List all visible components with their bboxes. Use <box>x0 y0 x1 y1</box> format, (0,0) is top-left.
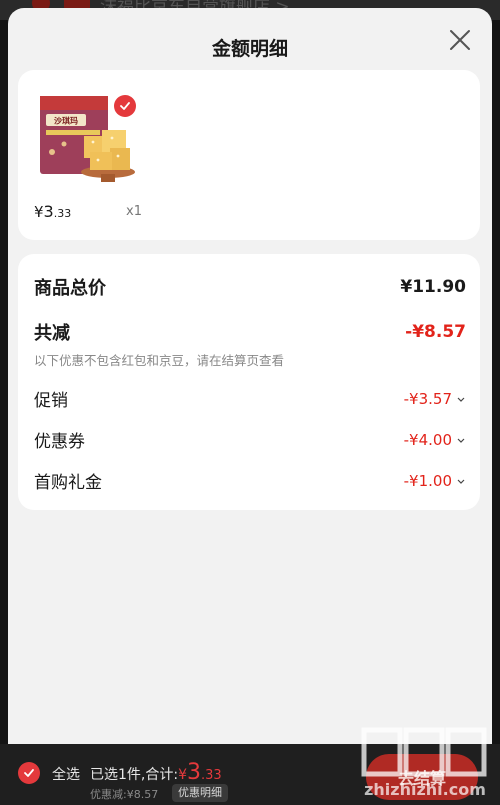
product-quantity: x1 <box>126 204 142 219</box>
checkout-button[interactable]: 去结算 <box>366 754 478 800</box>
product-price: ¥3.33 <box>34 202 71 221</box>
total-price-row: 商品总价 ¥11.90 <box>34 274 466 300</box>
chevron-down-icon <box>457 397 465 402</box>
chevron-down-icon <box>457 479 465 484</box>
first-purchase-value-wrap: -¥1.00 <box>404 472 466 490</box>
promotion-label: 促销 <box>34 391 68 411</box>
package-brand-text: 沙琪玛 <box>54 116 78 126</box>
summary-total: ¥3.33 <box>178 760 222 785</box>
total-integer: 3 <box>187 760 201 785</box>
total-reduce-value: -¥8.57 <box>405 322 466 342</box>
select-all-check-icon[interactable] <box>18 762 40 784</box>
coupon-value-wrap: -¥4.00 <box>404 431 466 449</box>
price-symbol: ¥ <box>34 203 44 221</box>
price-detail-card: 商品总价 ¥11.90 共减 -¥8.57 以下优惠不包含红包和京豆，请在结算页… <box>18 254 480 510</box>
total-symbol: ¥ <box>178 767 187 783</box>
discount-row-promotion[interactable]: 促销 -¥3.57 <box>34 386 466 411</box>
sheet-title: 金额明细 <box>211 38 288 60</box>
select-all-label[interactable]: 全选 <box>52 764 80 784</box>
product-card: 沙琪玛 ¥3.33 x1 <box>18 70 480 240</box>
close-icon[interactable] <box>446 26 474 54</box>
total-reduce-row: 共减 -¥8.57 <box>34 319 466 345</box>
total-reduce-label: 共减 <box>34 323 70 344</box>
discount-note: 以下优惠不包含红包和京豆，请在结算页查看 <box>34 353 285 368</box>
promotion-value-wrap: -¥3.57 <box>404 390 466 408</box>
price-decimal: .33 <box>53 207 72 220</box>
discount-summary: 优惠减:¥8.57 <box>90 788 159 801</box>
discount-row-coupon[interactable]: 优惠券 -¥4.00 <box>34 427 466 452</box>
total-price-value: ¥11.90 <box>400 277 466 297</box>
amount-detail-sheet: 金额明细 沙琪玛 ¥3.33 x1 商品总价 ¥11.90 共减 -¥8.57 … <box>8 8 492 744</box>
discount-detail-button[interactable]: 优惠明细 <box>172 784 228 802</box>
chevron-down-icon <box>457 438 465 443</box>
discount-row-first-purchase[interactable]: 首购礼金 -¥1.00 <box>34 468 466 493</box>
checkout-bar: 全选 已选1件,合计:¥3.33 优惠减:¥8.57 优惠明细 去结算 <box>0 744 500 805</box>
summary-prefix: 已选1件,合计: <box>90 767 179 783</box>
total-decimal: .33 <box>201 768 222 783</box>
promotion-value: -¥3.57 <box>403 389 452 408</box>
price-integer: 3 <box>43 202 54 221</box>
coupon-label: 优惠券 <box>34 432 85 452</box>
product-selected-check-icon[interactable] <box>114 95 136 117</box>
first-purchase-label: 首购礼金 <box>34 473 102 493</box>
total-price-label: 商品总价 <box>34 278 106 299</box>
first-purchase-value: -¥1.00 <box>403 471 452 490</box>
order-summary: 已选1件,合计:¥3.33 <box>90 760 222 785</box>
coupon-value: -¥4.00 <box>403 430 452 449</box>
